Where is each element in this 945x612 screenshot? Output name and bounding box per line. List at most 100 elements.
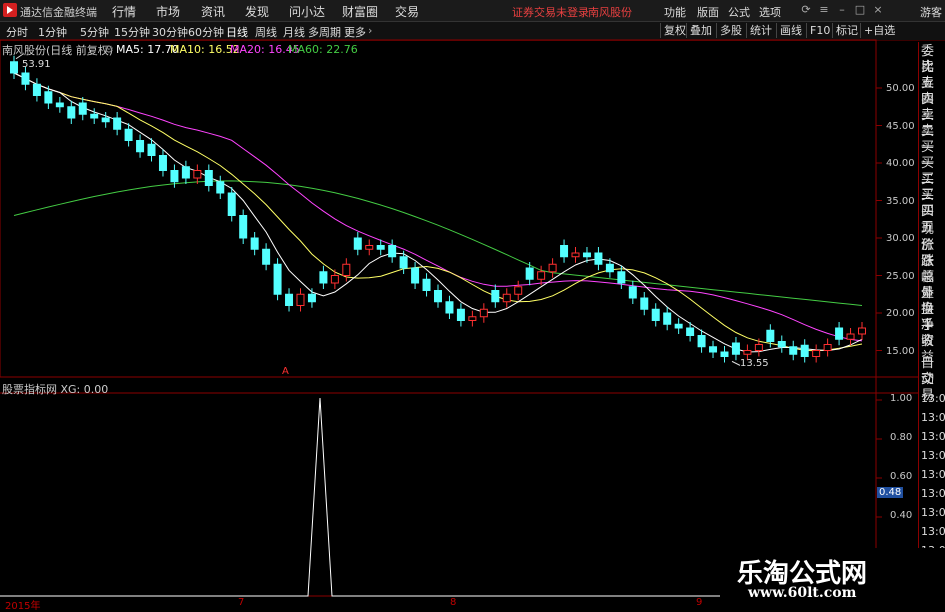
candle-body — [365, 245, 374, 250]
menu-discover[interactable]: 发现 — [245, 3, 269, 20]
candle-body — [21, 72, 30, 85]
low-pointer — [731, 360, 741, 366]
candle-body — [44, 91, 53, 104]
tab-15min[interactable]: 15分钟 — [114, 24, 150, 40]
menu-market[interactable]: 市场 — [156, 3, 180, 20]
ma5-line — [13, 72, 863, 353]
candle-body — [330, 275, 339, 284]
tab-daily[interactable]: 日线 — [226, 24, 248, 40]
candle-body — [113, 117, 122, 130]
app-title: 通达信金融终端 — [20, 6, 97, 19]
tab-more[interactable]: 更多 — [344, 24, 366, 40]
menu-options[interactable]: 选项 — [759, 4, 781, 20]
candle-body — [628, 286, 637, 299]
candle-body — [468, 316, 477, 321]
candle-body — [227, 192, 236, 216]
ma20-line — [13, 72, 863, 342]
candle-body — [411, 267, 420, 284]
candle-body — [789, 346, 798, 355]
ind-axis-040: 0.40 — [890, 510, 913, 521]
guest-label[interactable]: 游客 — [920, 4, 942, 20]
high-price-label: 53.91 — [22, 59, 51, 70]
candle-body — [342, 263, 351, 276]
price-axis-25: 25.00 — [886, 271, 915, 282]
candle-body — [640, 297, 649, 310]
candle-body — [216, 181, 225, 194]
candle-body — [743, 350, 752, 355]
price-axis-40: 40.00 — [886, 158, 915, 169]
stock-name: 南风股份 — [588, 6, 632, 19]
price-axis-45: 45.00 — [886, 121, 915, 132]
menu-formula[interactable]: 公式 — [728, 4, 750, 20]
candle-body — [307, 293, 316, 303]
menu-hangqing[interactable]: 行情 — [112, 3, 136, 20]
refresh-icon[interactable]: ⟳ — [800, 4, 812, 16]
candle-body — [812, 350, 821, 357]
candle-body — [170, 170, 179, 183]
menu-news[interactable]: 资讯 — [201, 3, 225, 20]
menu-layout[interactable]: 版面 — [697, 4, 719, 20]
tab-weekly[interactable]: 周线 — [255, 24, 277, 40]
menu-ask[interactable]: 问小达 — [289, 3, 325, 20]
login-warning[interactable]: 证券交易未登录 — [512, 4, 589, 20]
btn-stats[interactable]: 统计 — [746, 23, 775, 38]
candle-body — [686, 327, 695, 336]
candle-body — [456, 308, 465, 321]
btn-fuquan[interactable]: 复权 — [660, 23, 689, 38]
app-logo-icon — [3, 3, 17, 17]
candle-body — [90, 113, 99, 119]
candle-body — [514, 286, 523, 295]
close-icon[interactable]: × — [872, 4, 884, 16]
btn-add-watch[interactable]: +自选 — [860, 23, 898, 38]
candle-body — [846, 333, 855, 340]
maximize-icon[interactable]: □ — [854, 4, 866, 16]
btn-mark[interactable]: 标记 — [832, 23, 861, 38]
menu-function[interactable]: 功能 — [664, 4, 686, 20]
date-axis-sep: 9 — [696, 597, 703, 608]
tab-30min[interactable]: 30分钟 — [152, 24, 188, 40]
watermark-url: www.60lt.com — [748, 585, 857, 601]
candle-body — [766, 329, 775, 342]
candle-body — [491, 290, 500, 303]
tab-multiperiod[interactable]: 多周期 — [308, 24, 341, 40]
candle-body — [124, 128, 133, 141]
btn-f10[interactable]: F10 — [806, 23, 833, 38]
ma60-label: MA60: 22.76 — [288, 43, 358, 56]
trade-time: 13:02 — [921, 506, 945, 519]
price-axis-15: 15.00 — [886, 346, 915, 357]
candle-body — [67, 106, 76, 119]
candle-body — [605, 263, 614, 273]
date-axis-jul: 7 — [238, 597, 245, 608]
title-bar: 通达信金融终端 行情 市场 资讯 发现 问小达 财富圈 交易 证券交易未登录 南… — [0, 0, 945, 22]
price-axis-35: 35.00 — [886, 196, 915, 207]
candle-body — [571, 252, 580, 258]
candle-body — [422, 278, 431, 291]
tab-1min[interactable]: 1分钟 — [38, 24, 67, 40]
candle-body — [617, 271, 626, 284]
candle-body — [136, 140, 145, 153]
trade-time: 13:02 — [921, 392, 945, 405]
menu-trade[interactable]: 交易 — [395, 3, 419, 20]
tab-5min[interactable]: 5分钟 — [80, 24, 109, 40]
candle-body — [204, 170, 213, 186]
candle-body — [858, 327, 866, 335]
btn-draw[interactable]: 画线 — [776, 23, 805, 38]
price-axis-30: 30.00 — [886, 233, 915, 244]
menu-wealth[interactable]: 财富圈 — [342, 3, 378, 20]
btn-multistock[interactable]: 多股 — [716, 23, 745, 38]
candle-body — [651, 308, 660, 321]
tab-monthly[interactable]: 月线 — [283, 24, 305, 40]
btn-overlay[interactable]: 叠加 — [686, 23, 715, 38]
candle-body — [674, 323, 683, 329]
minimize-icon[interactable]: – — [836, 4, 848, 16]
candle-body — [594, 252, 603, 265]
trade-time: 13:02 — [921, 487, 945, 500]
candle-body — [525, 267, 534, 280]
menu-icon[interactable]: ≡ — [818, 4, 830, 16]
tab-60min[interactable]: 60分钟 — [188, 24, 224, 40]
chevron-right-icon[interactable]: › — [368, 24, 372, 37]
candle-body — [709, 346, 718, 353]
candle-body — [445, 301, 454, 314]
tab-timeshare[interactable]: 分时 — [6, 24, 28, 40]
settings-gear-icon[interactable]: ⚙ — [104, 43, 114, 56]
